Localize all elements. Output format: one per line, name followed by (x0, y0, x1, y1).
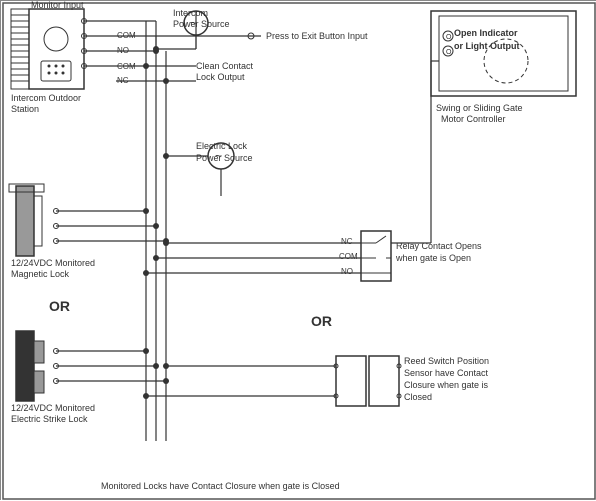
svg-text:when gate is Open: when gate is Open (395, 253, 471, 263)
svg-text:Monitored Locks have Contact C: Monitored Locks have Contact Closure whe… (101, 481, 340, 491)
svg-text:Press to Exit Button Input: Press to Exit Button Input (266, 31, 368, 41)
svg-text:OR: OR (49, 298, 70, 314)
svg-text:Closure when gate is: Closure when gate is (404, 380, 489, 390)
svg-text:Power Source: Power Source (196, 153, 253, 163)
svg-text:Magnetic Lock: Magnetic Lock (11, 269, 70, 279)
svg-text:O: O (446, 49, 452, 56)
svg-text:12/24VDC Monitored: 12/24VDC Monitored (11, 258, 95, 268)
wiring-diagram: Monitor Input Intercom Outdoor Station C… (0, 0, 596, 500)
svg-text:Sensor have Contact: Sensor have Contact (404, 368, 489, 378)
svg-text:COM: COM (339, 252, 358, 261)
svg-text:Swing or Sliding Gate: Swing or Sliding Gate (436, 103, 523, 113)
svg-text:Power Source: Power Source (173, 19, 230, 29)
svg-text:Station: Station (11, 104, 39, 114)
svg-text:Clean Contact: Clean Contact (196, 61, 254, 71)
svg-text:Motor Controller: Motor Controller (441, 114, 506, 124)
svg-text:Electric Lock: Electric Lock (196, 141, 248, 151)
svg-text:Reed Switch Position: Reed Switch Position (404, 356, 489, 366)
svg-text:Closed: Closed (404, 392, 432, 402)
svg-text:OR: OR (311, 313, 332, 329)
svg-text:Intercom Outdoor: Intercom Outdoor (11, 93, 81, 103)
svg-text:Intercom: Intercom (173, 8, 208, 18)
svg-text:O: O (446, 34, 452, 41)
monitor-input-label: Monitor Input (31, 1, 84, 10)
svg-text:Lock Output: Lock Output (196, 72, 245, 82)
svg-text:Open Indicator: Open Indicator (454, 28, 518, 38)
svg-text:12/24VDC Monitored: 12/24VDC Monitored (11, 403, 95, 413)
svg-text:NO: NO (341, 267, 353, 276)
svg-text:Electric Strike Lock: Electric Strike Lock (11, 414, 88, 424)
svg-text:NC: NC (341, 237, 353, 246)
